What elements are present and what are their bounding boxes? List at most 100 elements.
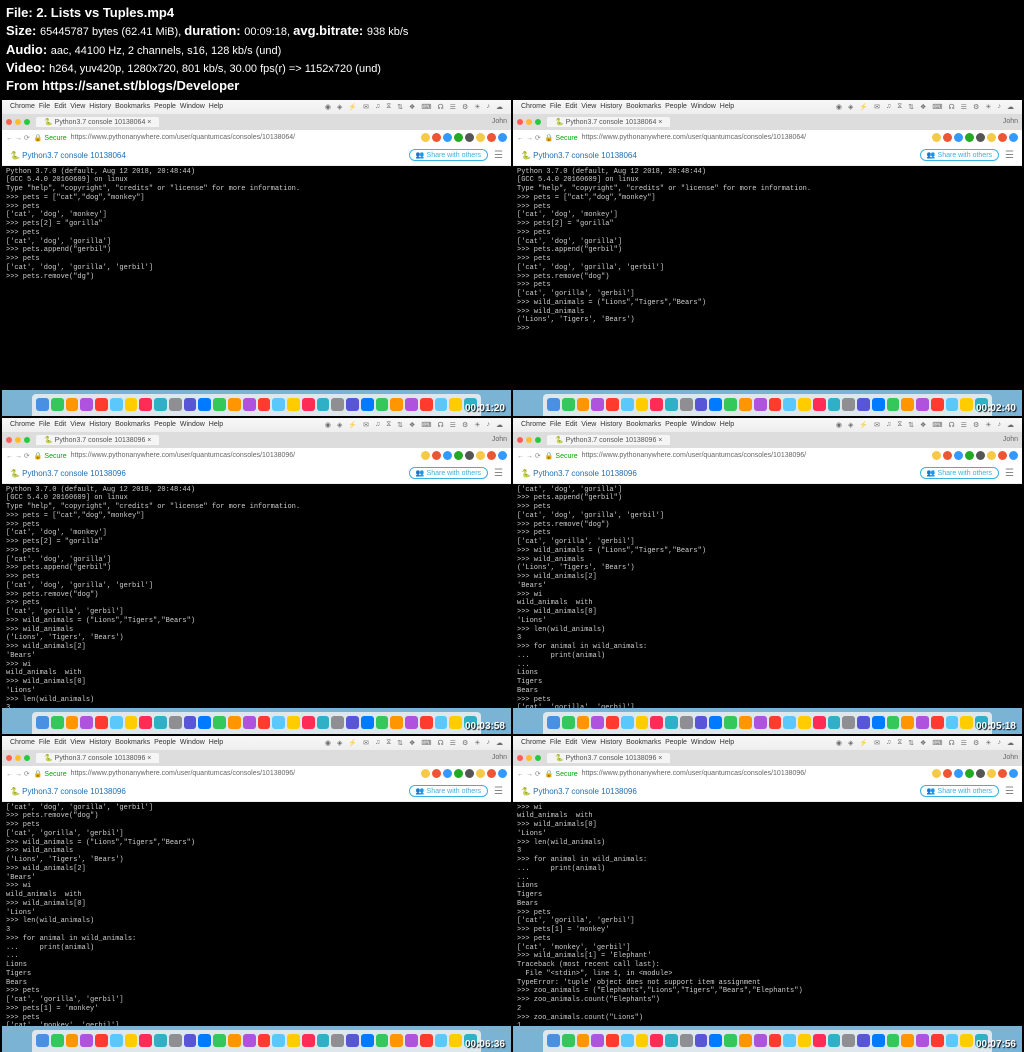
- url-text[interactable]: https://www.pythonanywhere.com/user/quan…: [71, 134, 417, 141]
- status-icon[interactable]: ✉: [363, 421, 369, 429]
- mac-menubar[interactable]: ChromeFileEditViewHistoryBookmarksPeople…: [513, 736, 1022, 750]
- extension-icon[interactable]: [443, 769, 452, 778]
- dock-app-icon[interactable]: [449, 398, 462, 411]
- dock-app-icon[interactable]: [110, 398, 123, 411]
- dock-app-icon[interactable]: [125, 716, 138, 729]
- dock-app-icon[interactable]: [887, 398, 900, 411]
- menu-item[interactable]: Bookmarks: [626, 103, 661, 110]
- status-icon[interactable]: ☁: [1007, 739, 1014, 747]
- menu-item[interactable]: Edit: [565, 103, 577, 110]
- status-icon[interactable]: ⚙: [462, 421, 468, 429]
- dock-app-icon[interactable]: [125, 398, 138, 411]
- window-close-button[interactable]: [517, 119, 523, 125]
- dock-app-icon[interactable]: [272, 1034, 285, 1047]
- window-maximize-button[interactable]: [535, 437, 541, 443]
- dock-app-icon[interactable]: [449, 1034, 462, 1047]
- terminal-output[interactable]: Python 3.7.0 (default, Aug 12 2018, 20:4…: [513, 166, 1022, 390]
- extension-icon[interactable]: [965, 451, 974, 460]
- dock-app-icon[interactable]: [960, 1034, 973, 1047]
- status-icon[interactable]: ☀: [985, 103, 991, 111]
- dock-app-icon[interactable]: [709, 1034, 722, 1047]
- browser-tab[interactable]: 🐍 Python3.7 console 10138096 ×: [547, 435, 670, 445]
- extension-icon[interactable]: [454, 769, 463, 778]
- extension-icon[interactable]: [954, 133, 963, 142]
- status-icon[interactable]: ⚡: [348, 739, 357, 747]
- dock-app-icon[interactable]: [665, 716, 678, 729]
- url-text[interactable]: https://www.pythonanywhere.com/user/quan…: [582, 134, 928, 141]
- status-icon[interactable]: ⌨: [421, 739, 431, 747]
- dock-app-icon[interactable]: [95, 1034, 108, 1047]
- menu-item[interactable]: People: [154, 103, 176, 110]
- extension-icon[interactable]: [498, 133, 507, 142]
- dock-app-icon[interactable]: [591, 1034, 604, 1047]
- extension-icon[interactable]: [943, 451, 952, 460]
- extension-icon[interactable]: [976, 769, 985, 778]
- dock-app-icon[interactable]: [272, 398, 285, 411]
- status-icon[interactable]: ◈: [848, 103, 853, 111]
- dock-app-icon[interactable]: [872, 398, 885, 411]
- menu-item[interactable]: Chrome: [521, 739, 546, 746]
- status-icon[interactable]: ☰: [961, 421, 967, 429]
- menu-item[interactable]: History: [89, 421, 111, 428]
- dock-app-icon[interactable]: [680, 1034, 693, 1047]
- dock-app-icon[interactable]: [80, 398, 93, 411]
- status-icon[interactable]: ❖: [409, 739, 415, 747]
- menu-item[interactable]: File: [550, 103, 561, 110]
- status-icon[interactable]: ☁: [496, 739, 503, 747]
- dock-app-icon[interactable]: [287, 1034, 300, 1047]
- dock-app-icon[interactable]: [577, 1034, 590, 1047]
- status-icon[interactable]: ⌨: [421, 421, 431, 429]
- dock-app-icon[interactable]: [331, 398, 344, 411]
- terminal-output[interactable]: Python 3.7.0 (default, Aug 12 2018, 20:4…: [2, 484, 511, 708]
- menu-item[interactable]: Chrome: [10, 739, 35, 746]
- status-icon[interactable]: ❖: [409, 421, 415, 429]
- menu-item[interactable]: Chrome: [10, 103, 35, 110]
- status-icon[interactable]: ⚙: [462, 739, 468, 747]
- menu-item[interactable]: People: [665, 421, 687, 428]
- status-icon[interactable]: ♫: [886, 103, 891, 111]
- dock-app-icon[interactable]: [213, 1034, 226, 1047]
- dock-app-icon[interactable]: [287, 716, 300, 729]
- dock-app-icon[interactable]: [650, 1034, 663, 1047]
- window-close-button[interactable]: [6, 437, 12, 443]
- dock-app-icon[interactable]: [842, 1034, 855, 1047]
- dock-app-icon[interactable]: [110, 1034, 123, 1047]
- status-icon[interactable]: ❖: [920, 103, 926, 111]
- dock-app-icon[interactable]: [562, 716, 575, 729]
- window-close-button[interactable]: [6, 119, 12, 125]
- dock-app-icon[interactable]: [798, 716, 811, 729]
- dock-app-icon[interactable]: [813, 398, 826, 411]
- dock-app-icon[interactable]: [842, 398, 855, 411]
- status-icon[interactable]: ⚙: [462, 103, 468, 111]
- menu-item[interactable]: Window: [691, 103, 716, 110]
- dock-app-icon[interactable]: [376, 398, 389, 411]
- dock-app-icon[interactable]: [739, 398, 752, 411]
- menu-item[interactable]: Chrome: [521, 103, 546, 110]
- status-icon[interactable]: ⚡: [348, 421, 357, 429]
- dock-app-icon[interactable]: [317, 1034, 330, 1047]
- menu-item[interactable]: View: [70, 739, 85, 746]
- menu-item[interactable]: Bookmarks: [115, 103, 150, 110]
- dock-app-icon[interactable]: [783, 1034, 796, 1047]
- menu-item[interactable]: File: [550, 421, 561, 428]
- status-icon[interactable]: ☁: [1007, 103, 1014, 111]
- extension-icon[interactable]: [954, 451, 963, 460]
- dock-app-icon[interactable]: [798, 398, 811, 411]
- dock-app-icon[interactable]: [606, 398, 619, 411]
- dock-app-icon[interactable]: [95, 716, 108, 729]
- lock-icon[interactable]: 🔒 Secure: [545, 134, 578, 142]
- dock-app-icon[interactable]: [960, 398, 973, 411]
- dock-app-icon[interactable]: [435, 1034, 448, 1047]
- extension-icon[interactable]: [932, 133, 941, 142]
- dock-app-icon[interactable]: [724, 716, 737, 729]
- menu-item[interactable]: Window: [180, 421, 205, 428]
- dock-app-icon[interactable]: [547, 1034, 560, 1047]
- status-icon[interactable]: ☊: [948, 421, 954, 429]
- dock-app-icon[interactable]: [435, 716, 448, 729]
- dock-app-icon[interactable]: [828, 1034, 841, 1047]
- status-icon[interactable]: ☁: [496, 103, 503, 111]
- dock-app-icon[interactable]: [361, 1034, 374, 1047]
- url-text[interactable]: https://www.pythonanywhere.com/user/quan…: [582, 770, 928, 777]
- dock-app-icon[interactable]: [901, 398, 914, 411]
- extension-icon[interactable]: [987, 451, 996, 460]
